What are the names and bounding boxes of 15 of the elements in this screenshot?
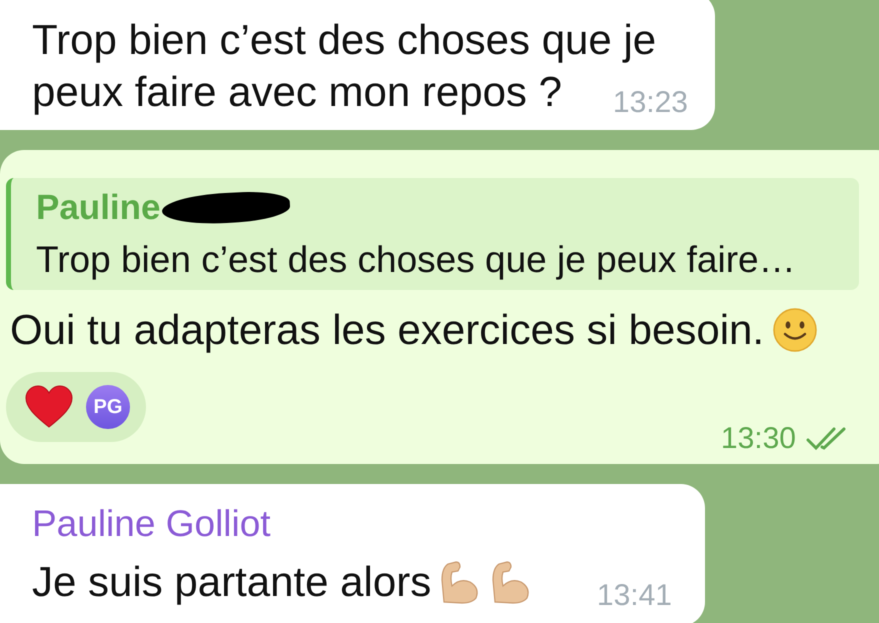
message-text: peux faire avec mon repos ?	[32, 67, 562, 117]
message-time: 13:30	[720, 422, 796, 456]
reactions-pill[interactable]: PG	[6, 372, 146, 442]
message-text: Je suis partante alors	[32, 557, 432, 607]
message-text: Oui tu adapteras les exercices si besoin.	[10, 305, 764, 355]
quote-text: Trop bien c’est des choses que je peux faire…	[36, 238, 797, 282]
user-avatar: PG	[86, 385, 130, 429]
smiley-icon	[772, 307, 818, 353]
message-text: Trop bien c’est des choses que je	[32, 15, 656, 65]
reply-quote[interactable]: Pauline Trop bien c’est des choses que je peux faire…	[6, 178, 859, 290]
quote-author: Pauline	[36, 188, 160, 227]
message-time: 13:23	[612, 86, 688, 119]
sender-name: Pauline Golliot	[32, 502, 272, 546]
heart-icon	[24, 385, 74, 429]
message-time: 13:41	[596, 579, 672, 612]
